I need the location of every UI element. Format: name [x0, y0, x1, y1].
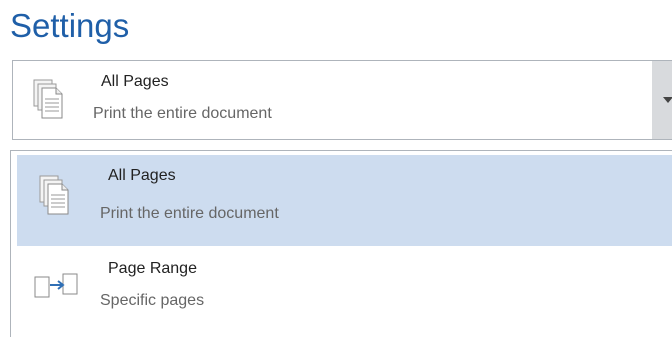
stacked-pages-icon — [39, 175, 71, 222]
chevron-down-icon — [663, 97, 672, 103]
option-subtitle: Print the entire document — [100, 205, 279, 222]
option-all-pages[interactable]: All Pages Print the entire document — [17, 155, 672, 246]
pages-dropdown[interactable]: All Pages Print the entire document — [12, 60, 672, 140]
option-title: Page Range — [108, 260, 197, 277]
selected-option-subtitle: Print the entire document — [93, 105, 272, 122]
stacked-pages-icon — [33, 79, 65, 121]
option-page-range[interactable]: Page Range Specific pages — [17, 246, 672, 337]
option-subtitle: Specific pages — [100, 292, 205, 309]
pages-dropdown-list: All Pages Print the entire document Page… — [10, 150, 672, 337]
print-settings-panel: Settings All Pages Print the entire docu… — [0, 0, 672, 337]
option-title: All Pages — [108, 167, 176, 184]
selected-option-title: All Pages — [101, 73, 169, 90]
dropdown-toggle-button[interactable] — [652, 61, 672, 139]
page-range-icon — [33, 273, 83, 310]
settings-heading: Settings — [10, 7, 130, 44]
